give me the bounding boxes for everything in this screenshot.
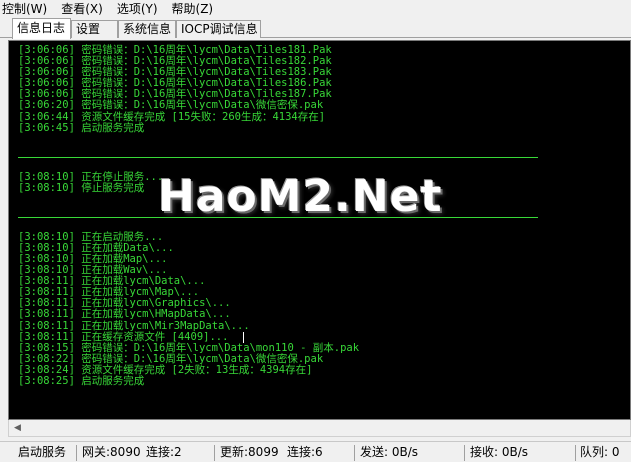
log-separator <box>18 157 538 158</box>
horizontal-scrollbar[interactable]: ◀ <box>8 420 631 437</box>
log-line: [3:08:11] 正在缓存资源文件 [4409]... <box>18 331 229 343</box>
scroll-left-arrow-icon[interactable]: ◀ <box>9 420 26 436</box>
log-console[interactable]: [3:06:06] 密码错误：D:\16周年\lycm\Data\Tiles18… <box>8 40 631 420</box>
text-caret <box>243 332 244 343</box>
log-line: [3:08:11] 正在加载lycm\Graphics\... <box>18 297 231 309</box>
tab-bar: 信息日志 设置 系统信息 IOCP调试信息 <box>0 18 631 39</box>
tab-info-log[interactable]: 信息日志 <box>12 18 71 39</box>
log-line: [3:08:11] 正在加载lycm\Data\... <box>18 275 206 287</box>
status-service: 启动服务 <box>18 445 67 459</box>
menu-bar: 控制(W) 查看(X) 选项(Y) 帮助(Z) <box>0 0 631 18</box>
log-line: [3:06:20] 密码错误：D:\16周年\lycm\Data\微信密保.pa… <box>18 99 324 111</box>
status-bar: 启动服务 网关:8090 连接:2 更新:8099 连接:6 发送: 0B/s … <box>0 441 631 462</box>
log-line: [3:08:10] 正在启动服务... <box>18 231 164 243</box>
status-divider <box>464 445 465 461</box>
tab-system-info[interactable]: 系统信息 <box>118 20 176 38</box>
status-update-connections: 连接:6 <box>287 445 323 459</box>
status-receive-rate: 接收: 0B/s <box>470 445 529 459</box>
log-line: [3:06:06] 密码错误：D:\16周年\lycm\Data\Tiles18… <box>18 66 332 78</box>
log-line: [3:08:11] 正在加载lycm\Mir3MapData\... <box>18 320 250 332</box>
log-line: [3:08:10] 正在加载Data\... <box>18 242 174 254</box>
watermark-logo: HaoM2.Net <box>158 171 443 222</box>
log-line: [3:08:10] 正在停止服务... <box>18 171 164 183</box>
tab-settings[interactable]: 设置 <box>71 20 118 38</box>
status-divider <box>214 445 215 461</box>
menu-options[interactable]: 选项(Y) <box>117 0 158 18</box>
log-line: [3:08:15] 密码错误：D:\16周年\lycm\Data\mon110 … <box>18 342 360 354</box>
log-line: [3:06:06] 密码错误：D:\16周年\lycm\Data\Tiles18… <box>18 77 332 89</box>
status-update: 更新:8099 <box>220 445 279 459</box>
status-gateway-connections: 连接:2 <box>146 445 182 459</box>
log-line: [3:08:10] 停止服务完成 <box>18 182 145 194</box>
log-line: [3:06:44] 资源文件缓存完成 [15失败：260生成：4134存在] <box>18 111 326 123</box>
log-line: [3:08:11] 正在加载lycm\Map\... <box>18 286 200 298</box>
log-line: [3:08:10] 正在加载Wav\... <box>18 264 168 276</box>
log-line: [3:08:22] 密码错误：D:\16周年\lycm\Data\微信密保.pa… <box>18 353 324 365</box>
status-send-rate: 发送: 0B/s <box>360 445 419 459</box>
menu-control[interactable]: 控制(W) <box>2 0 47 18</box>
tab-iocp-debug[interactable]: IOCP调试信息 <box>176 20 261 38</box>
log-line: [3:06:06] 密码错误：D:\16周年\lycm\Data\Tiles18… <box>18 88 332 100</box>
menu-view[interactable]: 查看(X) <box>61 0 103 18</box>
log-line: [3:08:24] 资源文件缓存完成 [2失败：13生成：4394存在] <box>18 364 313 376</box>
log-line: [3:06:45] 启动服务完成 <box>18 122 145 134</box>
status-queue: 队列: 0 <box>580 445 620 459</box>
log-line: [3:08:10] 正在加载Map\... <box>18 253 168 265</box>
status-gateway: 网关:8090 <box>82 445 141 459</box>
log-line: [3:06:06] 密码错误：D:\16周年\lycm\Data\Tiles18… <box>18 55 332 67</box>
log-line: [3:08:25] 启动服务完成 <box>18 375 145 387</box>
menu-help[interactable]: 帮助(Z) <box>172 0 214 18</box>
log-line: [3:06:06] 密码错误：D:\16周年\lycm\Data\Tiles18… <box>18 44 332 56</box>
status-divider <box>354 445 355 461</box>
log-line: [3:08:11] 正在加载lycm\HMapData\... <box>18 308 231 320</box>
status-divider <box>76 445 77 461</box>
status-divider <box>575 445 576 461</box>
